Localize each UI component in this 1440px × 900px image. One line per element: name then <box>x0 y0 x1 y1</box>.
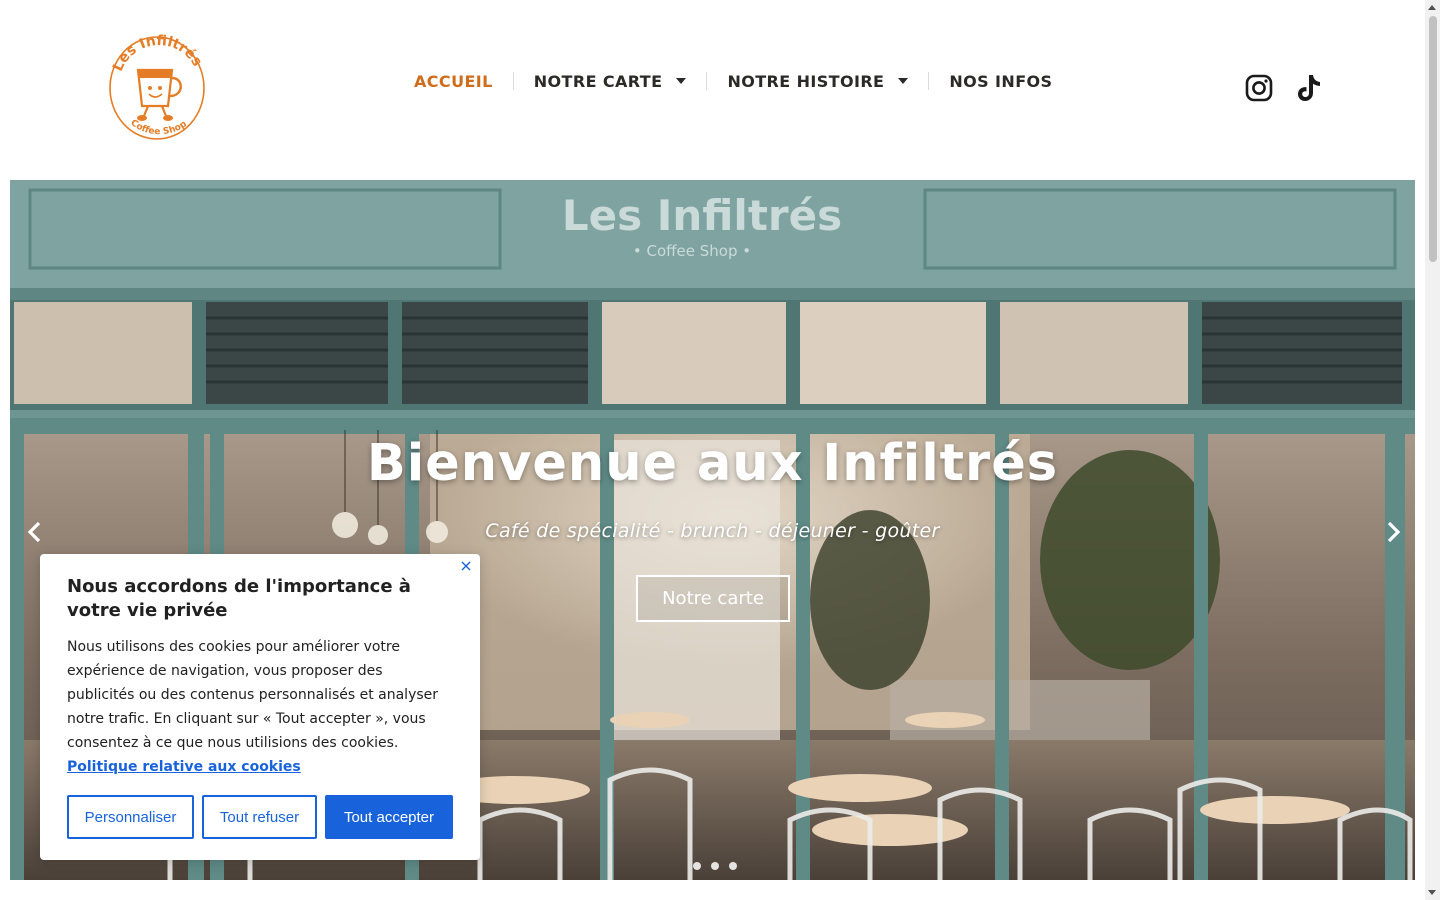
slider-prev-arrow-icon[interactable] <box>20 517 50 547</box>
nav-item-accueil[interactable]: ACCUEIL <box>400 69 513 93</box>
slider-dot[interactable] <box>729 862 737 870</box>
nav-item-notre-histoire[interactable]: NOTRE HISTOIRE <box>707 69 928 93</box>
nav-item-nos-infos[interactable]: NOS INFOS <box>929 69 1072 93</box>
nav-item-notre-carte[interactable]: NOTRE CARTE <box>514 69 707 93</box>
nav-label: ACCUEIL <box>414 71 493 91</box>
logo-text-top: Les Infiltrés <box>110 33 205 74</box>
reject-all-button[interactable]: Tout refuser <box>202 795 317 839</box>
scrollbar-thumb[interactable] <box>1429 16 1437 262</box>
instagram-icon[interactable] <box>1244 72 1274 104</box>
slider-dot[interactable] <box>693 862 701 870</box>
main-nav: ACCUEIL NOTRE CARTE NOTRE HISTOIRE NOS I… <box>400 68 1072 94</box>
cookie-text: Nous utilisons des cookies pour améliore… <box>67 639 439 751</box>
nav-label: NOS INFOS <box>949 71 1053 91</box>
slider-pagination <box>693 862 737 870</box>
accept-all-button[interactable]: Tout accepter <box>325 795 453 839</box>
slider-dot[interactable] <box>711 862 719 870</box>
hero-subtitle: Café de spécialité - brunch - déjeuner -… <box>485 520 940 542</box>
social-links <box>1244 72 1324 104</box>
page-scrollbar[interactable] <box>1425 0 1440 900</box>
cookie-policy-link[interactable]: Politique relative aux cookies <box>67 759 301 775</box>
slider-next-arrow-icon[interactable] <box>1378 517 1408 547</box>
site-logo[interactable]: Les Infiltrés Coffee Shop <box>106 30 208 142</box>
caret-down-icon <box>676 78 687 84</box>
cookie-title: Nous accordons de l'importance à votre v… <box>67 576 411 621</box>
customize-button[interactable]: Personnaliser <box>67 795 194 839</box>
caret-down-icon <box>898 78 909 84</box>
hero-cta-button[interactable]: Notre carte <box>636 575 790 622</box>
scroll-down-icon[interactable] <box>1428 890 1436 895</box>
tiktok-icon[interactable] <box>1294 72 1324 104</box>
storefront-sign-title: Les Infiltrés <box>562 191 842 240</box>
close-icon[interactable] <box>458 558 474 574</box>
site-header: Les Infiltrés Coffee Shop ACCUEIL NOTRE … <box>0 0 1425 180</box>
hero-title: Bienvenue aux Infiltrés <box>366 434 1059 493</box>
scroll-up-icon[interactable] <box>1428 5 1436 10</box>
nav-label: NOTRE CARTE <box>533 71 663 91</box>
storefront-sign-subtitle: • Coffee Shop • <box>633 242 751 260</box>
svg-text:Les Infiltrés: Les Infiltrés <box>110 33 205 74</box>
nav-label: NOTRE HISTOIRE <box>727 71 885 91</box>
cookie-consent-banner: Nous accordons de l'importance à votre v… <box>40 554 480 860</box>
cookie-description: Nous utilisons des cookies pour améliore… <box>67 635 453 779</box>
